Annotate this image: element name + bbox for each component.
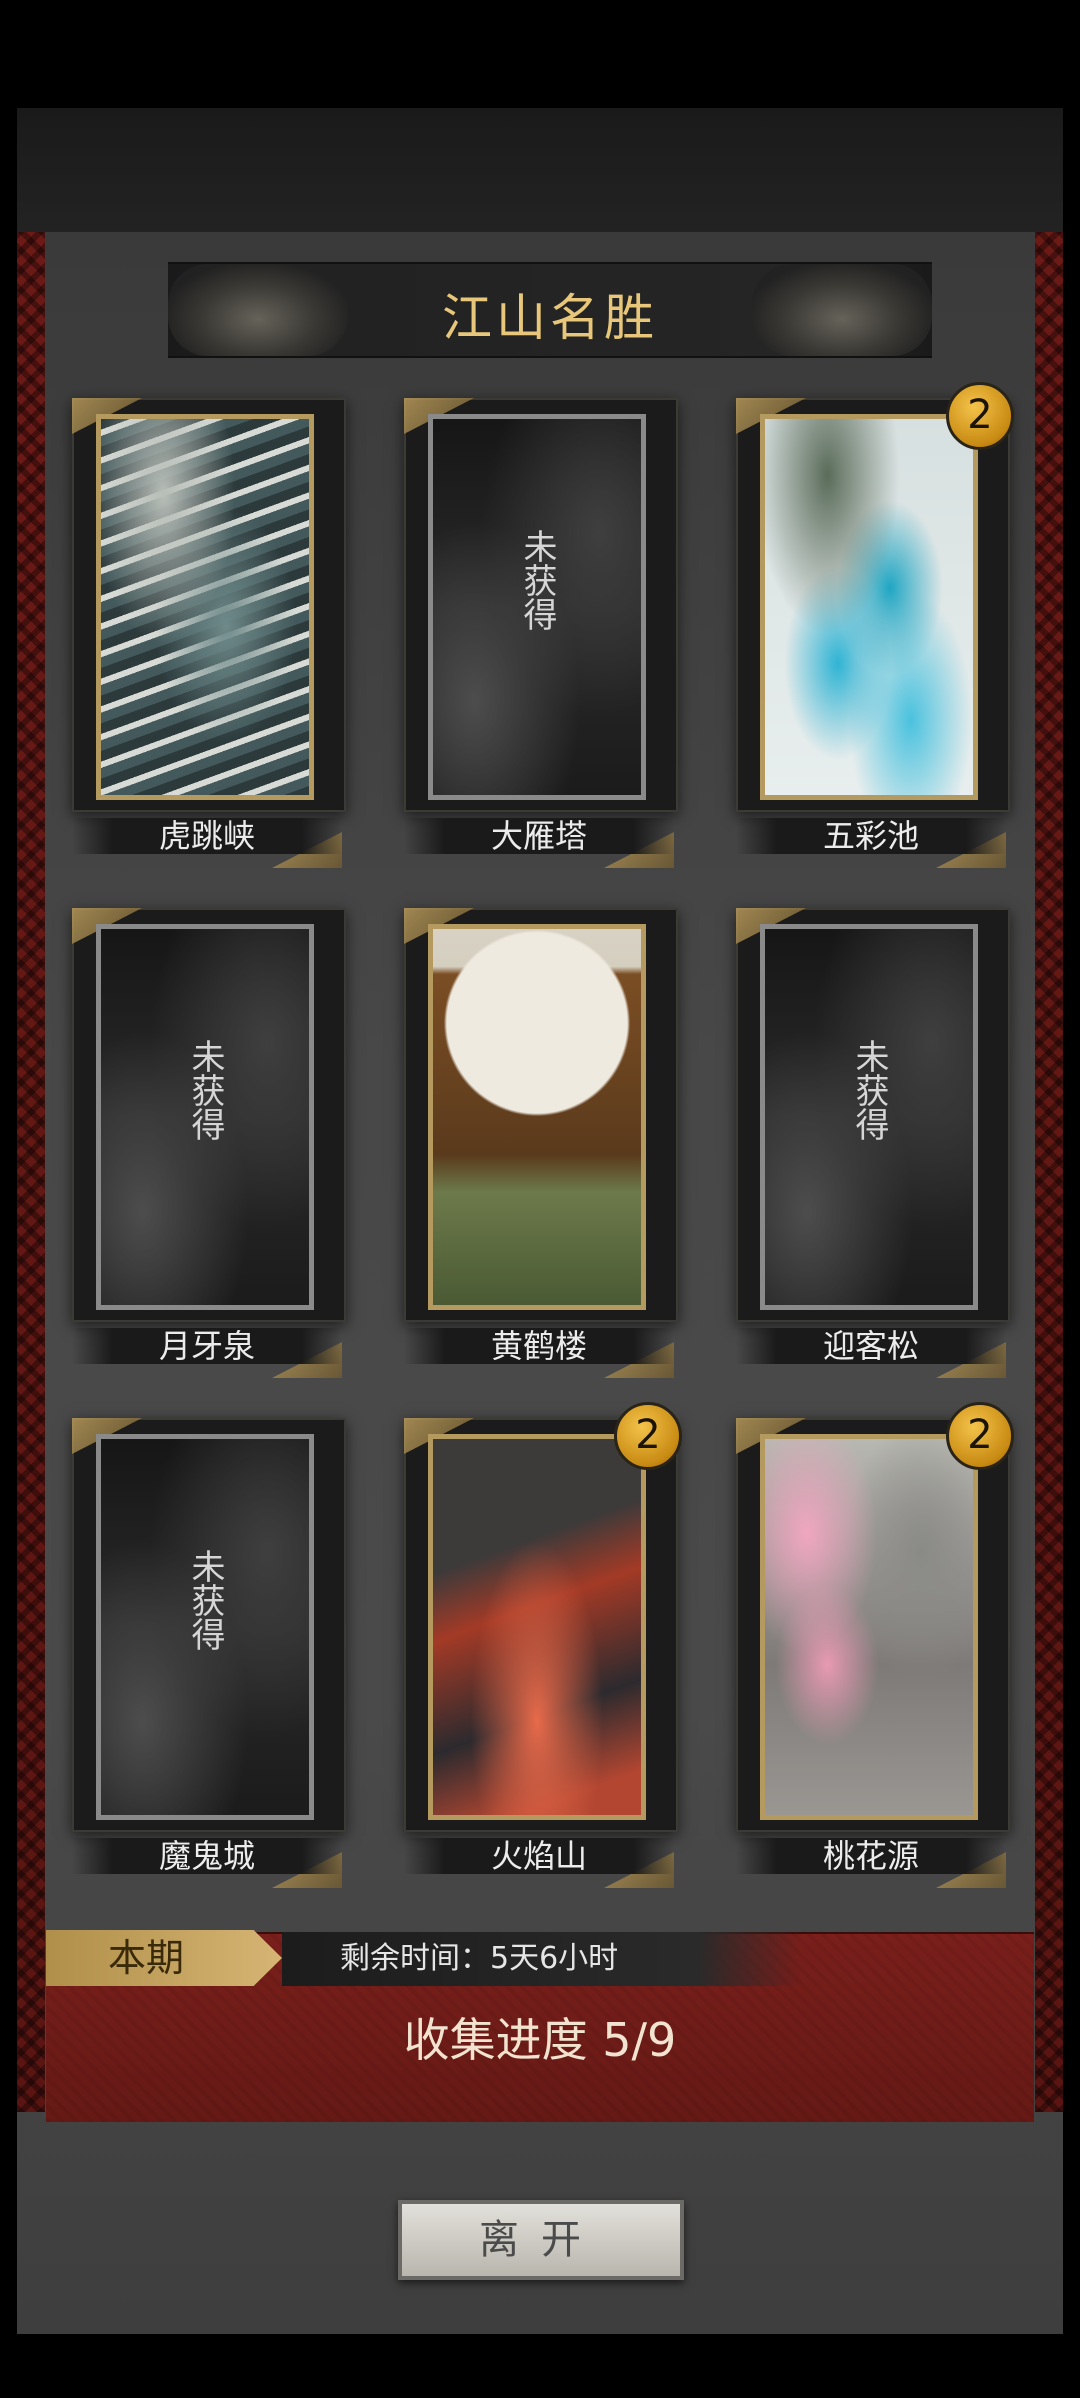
collection-progress: 收集进度 5/9 <box>403 2013 677 2067</box>
leave-button[interactable]: 离开 <box>398 2200 684 2280</box>
page-title: 江山名胜 <box>442 289 658 347</box>
card-artwork <box>428 1434 646 1820</box>
card-label: 月牙泉 <box>72 1328 342 1364</box>
locked-text: 未获得 <box>517 529 557 631</box>
card-locked-artwork: 未获得 <box>96 924 314 1310</box>
left-border-decoration <box>17 232 45 2112</box>
right-border-decoration <box>1035 232 1063 2112</box>
top-bar <box>17 108 1063 236</box>
period-tag: 本期 <box>46 1930 282 1986</box>
card-wucaichi[interactable]: 五彩池 2 <box>736 382 1014 868</box>
card-label: 大雁塔 <box>404 818 674 854</box>
count-badge: 2 <box>946 1402 1014 1470</box>
card-artwork <box>760 414 978 800</box>
card-label: 火焰山 <box>404 1838 674 1874</box>
card-label: 虎跳峡 <box>72 818 342 854</box>
remaining-time: 剩余时间：5天6小时 <box>340 1941 619 1976</box>
card-label: 魔鬼城 <box>72 1838 342 1874</box>
card-huoyanshan[interactable]: 火焰山 2 <box>404 1402 682 1888</box>
card-artwork <box>428 924 646 1310</box>
card-locked-artwork: 未获得 <box>96 1434 314 1820</box>
card-yueyaquan[interactable]: 未获得 月牙泉 <box>72 908 346 1378</box>
locked-text: 未获得 <box>849 1039 889 1141</box>
card-label: 桃花源 <box>736 1838 1006 1874</box>
card-label: 黄鹤楼 <box>404 1328 674 1364</box>
card-huanghelou[interactable]: 黄鹤楼 <box>404 908 678 1378</box>
game-screen: 江山名胜 虎跳峡 未获得 大雁塔 五彩池 2 未获得 月牙泉 黄鹤楼 未获得 迎… <box>0 0 1080 2398</box>
count-badge: 2 <box>946 382 1014 450</box>
card-label: 迎客松 <box>736 1328 1006 1364</box>
card-locked-artwork: 未获得 <box>760 924 978 1310</box>
card-taohuayuan[interactable]: 桃花源 2 <box>736 1402 1014 1888</box>
card-yingkesong[interactable]: 未获得 迎客松 <box>736 908 1010 1378</box>
card-dayanta[interactable]: 未获得 大雁塔 <box>404 398 678 868</box>
card-hutiaoxia[interactable]: 虎跳峡 <box>72 398 346 868</box>
locked-text: 未获得 <box>185 1039 225 1141</box>
locked-text: 未获得 <box>185 1549 225 1651</box>
card-artwork <box>760 1434 978 1820</box>
title-banner: 江山名胜 <box>168 262 932 358</box>
card-artwork <box>96 414 314 800</box>
card-locked-artwork: 未获得 <box>428 414 646 800</box>
card-label: 五彩池 <box>736 818 1006 854</box>
count-badge: 2 <box>614 1402 682 1470</box>
card-moguicheng[interactable]: 未获得 魔鬼城 <box>72 1418 346 1888</box>
